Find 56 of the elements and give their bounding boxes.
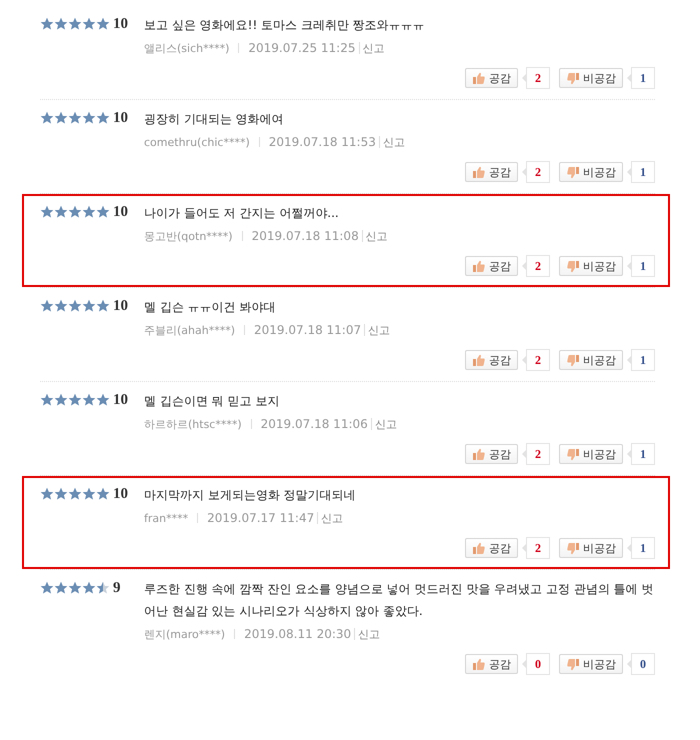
thumbs-down-icon (566, 354, 580, 366)
like-button[interactable]: 공감 (465, 256, 518, 276)
report-link[interactable]: 신고 (374, 416, 397, 432)
report-link[interactable]: 신고 (362, 40, 384, 56)
thumbs-down-icon (566, 260, 580, 272)
thumbs-down-icon (566, 166, 580, 178)
review-text: 보고 싶은 영화에요!! 토마스 크레취만 짱조와ㅠㅠㅠ (144, 17, 426, 34)
review-date: 2019.08.11 20:30 (244, 627, 352, 641)
report-link[interactable]: 신고 (366, 228, 388, 244)
score: 10 (113, 204, 128, 220)
review-text: 마지막까지 보게되는영화 정말기대되네 (144, 487, 357, 504)
dislike-button[interactable]: 비공감 (559, 538, 623, 558)
dislike-button[interactable]: 비공감 (559, 654, 623, 674)
thumbs-up-icon (472, 658, 486, 670)
thumbs-down-icon (566, 658, 580, 670)
dislike-button[interactable]: 비공감 (559, 68, 623, 88)
like-button[interactable]: 공감 (465, 350, 518, 370)
review-text: 멜 깁슨이면 뭐 믿고 보지 (144, 393, 280, 410)
review-text: 나이가 들어도 저 간지는 어쩔꺼야... (144, 205, 340, 222)
review-date: 2019.07.18 11:06 (260, 417, 368, 431)
like-button[interactable]: 공감 (465, 68, 518, 88)
review-text: 멜 깁슨 ㅠㅠ이건 봐야대 (144, 299, 276, 316)
dislike-button[interactable]: 비공감 (559, 162, 623, 182)
like-button[interactable]: 공감 (465, 444, 518, 464)
dislike-button[interactable]: 비공감 (559, 444, 623, 464)
thumbs-up-icon (472, 448, 486, 460)
score: 10 (113, 16, 128, 32)
like-button[interactable]: 공감 (465, 538, 518, 558)
thumbs-down-icon (566, 72, 580, 84)
thumbs-up-icon (472, 542, 486, 554)
score: 10 (113, 392, 128, 408)
report-link[interactable]: 신고 (382, 134, 405, 150)
thumbs-up-icon (472, 72, 486, 84)
review-date: 2019.07.18 11:07 (254, 323, 362, 337)
dislike-button[interactable]: 비공감 (559, 350, 623, 370)
review-text: 굉장히 기대되는 영화에여 (144, 111, 285, 128)
thumbs-down-icon (566, 448, 580, 460)
score: 10 (113, 110, 128, 126)
score: 9 (113, 580, 120, 596)
report-link[interactable]: 신고 (321, 510, 344, 526)
review-date: 2019.07.18 11:08 (252, 229, 359, 243)
review-date: 2019.07.25 11:25 (248, 41, 356, 55)
thumbs-down-icon (566, 542, 580, 554)
review-date: 2019.07.18 11:53 (268, 135, 376, 149)
review-text: 루즈한 진행 속에 깜짝 잔인 요소를 양념으로 넣어 멋드러진 맛을 우려냈고 고정 관념의 틀에 벗어난 현실감 있는 시나리오가 식상하지 않아 좋았다. (144, 581, 654, 620)
thumbs-up-icon (472, 260, 486, 272)
report-link[interactable]: 신고 (358, 626, 380, 642)
thumbs-up-icon (472, 166, 486, 178)
score: 10 (113, 298, 128, 314)
dislike-button[interactable]: 비공감 (559, 256, 623, 276)
like-button[interactable]: 공감 (465, 162, 518, 182)
score: 10 (113, 486, 128, 502)
report-link[interactable]: 신고 (368, 322, 390, 338)
review-date: 2019.07.17 11:47 (207, 511, 314, 525)
thumbs-up-icon (472, 354, 486, 366)
like-button[interactable]: 공감 (465, 654, 518, 674)
